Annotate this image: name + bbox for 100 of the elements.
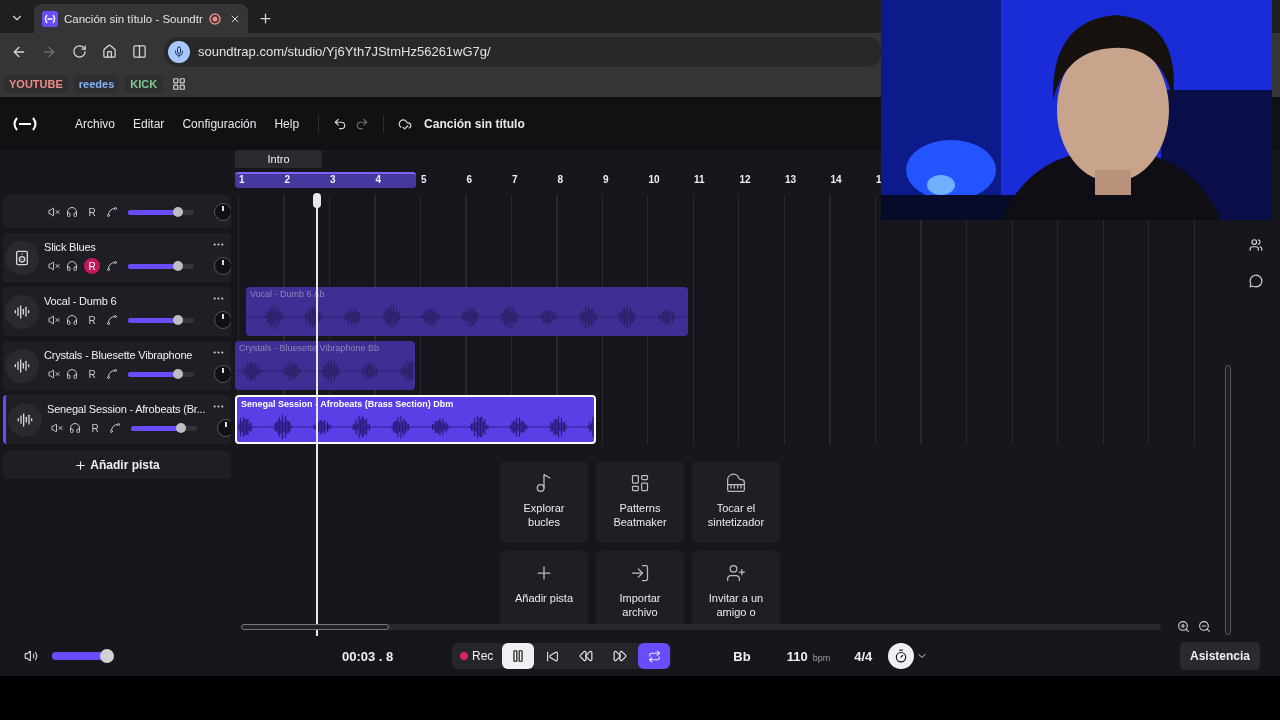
action-card[interactable]: Añadir pista <box>500 551 588 624</box>
menu-item[interactable]: Configuración <box>173 112 266 135</box>
new-tab-icon[interactable] <box>257 10 273 26</box>
assist-button[interactable]: Asistencia <box>1179 642 1260 670</box>
record-arm-button[interactable]: R <box>84 312 100 328</box>
track-name: Crystals - Bluesette Vibraphone <box>44 349 193 361</box>
bar-number: 8 <box>557 174 564 185</box>
track-header[interactable]: Crystals - Bluesette Vibraphone R <box>3 341 231 390</box>
chat-icon[interactable] <box>1248 274 1263 288</box>
bar-number: 1 <box>876 174 882 185</box>
time-signature[interactable]: 4/4 <box>854 648 873 664</box>
track-header[interactable]: R <box>3 195 231 228</box>
track-name: Senegal Session - Afrobeats (Br... <box>47 403 206 415</box>
bookmark-link[interactable]: reedes <box>73 74 120 93</box>
track-name: Vocal - Dumb 6 <box>44 295 117 307</box>
bookmark-link[interactable]: YOUTUBE <box>4 74 68 93</box>
headphones-icon[interactable] <box>66 206 78 218</box>
headphones-icon[interactable] <box>66 314 78 326</box>
zoom-in-icon[interactable] <box>1177 620 1190 633</box>
pan-knob[interactable] <box>214 311 231 329</box>
section-label[interactable]: Intro <box>235 150 322 168</box>
action-card[interactable]: Importar archivo <box>596 551 684 624</box>
add-track-button[interactable]: Añadir pista <box>3 451 231 479</box>
key-display[interactable]: Bb <box>733 648 751 664</box>
curve-icon[interactable] <box>106 368 118 380</box>
track-header[interactable]: Senegal Session - Afrobeats (Br... R <box>3 395 231 444</box>
microphone-icon[interactable] <box>168 40 190 63</box>
mute-icon[interactable] <box>48 206 60 218</box>
mute-icon[interactable] <box>48 314 60 326</box>
rewind-icon[interactable] <box>579 649 594 663</box>
mute-icon[interactable] <box>48 368 60 380</box>
audio-clip[interactable]: Senegal Session - Afrobeats (Brass Section) Dbm <box>235 395 596 444</box>
menu-item[interactable]: Help <box>265 112 309 135</box>
home-icon[interactable] <box>101 44 117 59</box>
track-header[interactable]: Vocal - Dumb 6 R <box>3 287 231 336</box>
record-arm-button[interactable]: R <box>84 366 100 382</box>
action-card[interactable]: Explorar bucles <box>500 461 588 543</box>
bar-number: 13 <box>785 174 797 185</box>
undo-icon[interactable] <box>333 116 348 131</box>
action-card[interactable]: Tocar el sintetizador <box>692 461 780 543</box>
record-arm-button[interactable]: R <box>84 258 100 274</box>
pan-knob[interactable] <box>217 419 231 437</box>
menu-item[interactable]: Editar <box>124 112 174 135</box>
headphones-icon[interactable] <box>66 368 78 380</box>
speaker-icon <box>14 250 30 266</box>
bookmark-link[interactable]: KICK <box>125 74 163 93</box>
action-card[interactable]: Patterns Beatmaker <box>596 461 684 543</box>
curve-icon[interactable] <box>106 314 118 326</box>
app-logo-icon[interactable] <box>12 116 38 131</box>
headphones-icon[interactable] <box>69 422 81 434</box>
bar-number: 1 <box>239 174 245 185</box>
loop-button[interactable] <box>638 643 671 669</box>
volume-slider[interactable] <box>128 317 194 323</box>
action-card[interactable]: Invitar a un amigo o <box>692 551 780 624</box>
record-arm-button[interactable]: R <box>84 204 100 220</box>
apps-grid-icon[interactable] <box>172 76 187 91</box>
volume-slider[interactable] <box>128 371 194 377</box>
cloud-check-icon[interactable] <box>398 116 413 131</box>
bar-number: 10 <box>648 174 660 185</box>
loop-range[interactable] <box>235 172 416 188</box>
split-view-icon[interactable] <box>131 44 147 59</box>
pan-knob[interactable] <box>214 365 231 383</box>
add-user-icon <box>726 563 746 583</box>
app-logo-icon <box>42 10 58 27</box>
piano-icon <box>726 473 746 493</box>
time-display: 00:03 . 8 <box>342 648 395 664</box>
bar-number: 2 <box>284 174 291 185</box>
fast-forward-icon[interactable] <box>613 649 628 663</box>
pan-knob[interactable] <box>214 203 231 221</box>
users-icon[interactable] <box>1248 238 1263 252</box>
curve-icon[interactable] <box>109 422 121 434</box>
volume-slider[interactable] <box>128 263 194 269</box>
menu-item[interactable]: Archivo <box>66 112 124 135</box>
tempo-unit: bpm <box>812 652 831 663</box>
address-field[interactable]: soundtrap.com/studio/Yj6Yth7JStmHz56261wG7g/ <box>164 36 882 67</box>
tempo-value[interactable]: 110 <box>786 648 808 664</box>
record-arm-button[interactable]: R <box>87 420 103 436</box>
song-title[interactable]: Canción sin título <box>424 116 525 131</box>
reload-icon[interactable] <box>71 44 87 59</box>
curve-icon[interactable] <box>106 260 118 272</box>
mute-icon[interactable] <box>48 260 60 272</box>
pan-knob[interactable] <box>214 257 231 275</box>
bar-number: 12 <box>739 174 751 185</box>
vertical-scrollbar[interactable] <box>1225 365 1231 635</box>
track-header[interactable]: Slick Blues R <box>3 233 231 282</box>
volume-slider[interactable] <box>128 209 194 215</box>
curve-icon[interactable] <box>106 206 118 218</box>
plus-icon <box>74 458 88 472</box>
metronome-button[interactable] <box>888 643 915 669</box>
pause-button[interactable] <box>502 643 535 669</box>
master-volume-slider[interactable] <box>52 652 114 660</box>
mute-icon[interactable] <box>51 422 63 434</box>
volume-slider[interactable] <box>131 425 197 431</box>
horizontal-scrollbar[interactable] <box>241 624 1161 630</box>
skip-back-icon[interactable] <box>545 649 559 663</box>
zoom-out-icon[interactable] <box>1198 620 1211 633</box>
headphones-icon[interactable] <box>66 260 78 272</box>
tab-title: Canción sin título - Soundtr <box>64 12 203 25</box>
browser-tab[interactable]: Canción sin título - Soundtr <box>34 4 248 33</box>
volume-icon[interactable] <box>24 649 38 663</box>
